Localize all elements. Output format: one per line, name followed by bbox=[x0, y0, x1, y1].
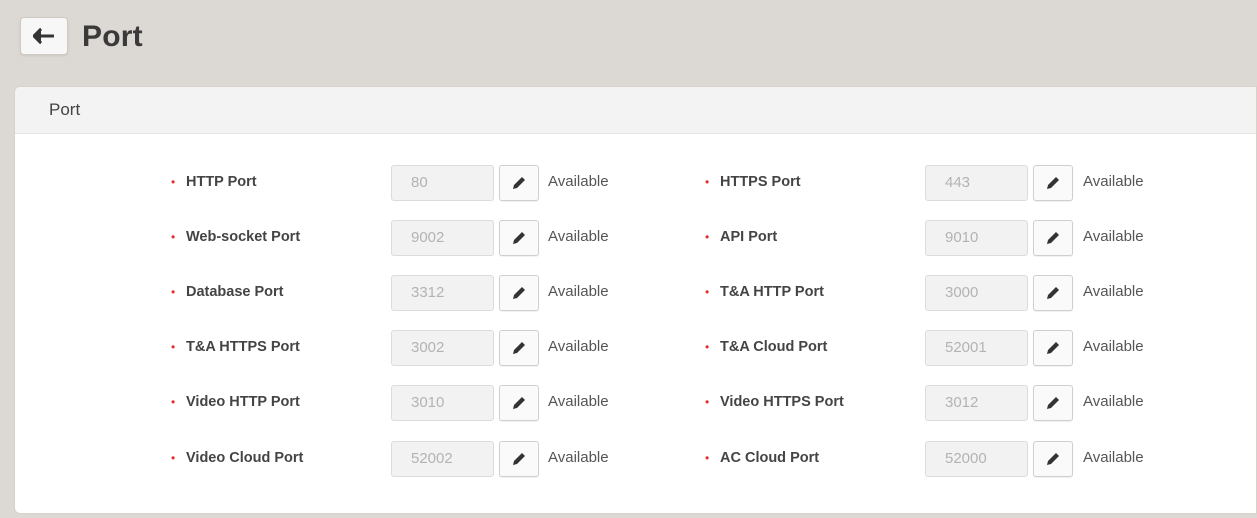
https-port-label: HTTPS Port bbox=[720, 174, 801, 190]
video-http-port-input[interactable]: 3010 bbox=[391, 385, 494, 421]
video-cloud-port-status: Available bbox=[548, 449, 609, 466]
required-marker: • bbox=[171, 285, 176, 299]
panel-title: Port bbox=[15, 87, 1256, 134]
database-port-edit-button[interactable] bbox=[499, 275, 539, 311]
ta-http-port-label: T&A HTTP Port bbox=[720, 284, 824, 300]
page-header: Port bbox=[0, 0, 1257, 84]
ta-https-port-label: T&A HTTPS Port bbox=[186, 339, 300, 355]
websocket-port-status: Available bbox=[548, 228, 609, 245]
pencil-icon bbox=[513, 287, 525, 299]
http-port-input[interactable]: 80 bbox=[391, 165, 494, 201]
video-cloud-port-edit-button[interactable] bbox=[499, 441, 539, 477]
database-port-status: Available bbox=[548, 283, 609, 300]
pencil-icon bbox=[513, 232, 525, 244]
video-cloud-port-input[interactable]: 52002 bbox=[391, 441, 494, 477]
pencil-icon bbox=[1047, 232, 1059, 244]
database-port-label: Database Port bbox=[186, 284, 284, 300]
port-panel: Port • HTTP Port 80 Available • HTTPS Po… bbox=[14, 86, 1257, 514]
http-port-status: Available bbox=[548, 173, 609, 190]
api-port-status: Available bbox=[1083, 228, 1144, 245]
video-cloud-port-label: Video Cloud Port bbox=[186, 450, 304, 466]
video-http-port-edit-button[interactable] bbox=[499, 385, 539, 421]
http-port-label: HTTP Port bbox=[186, 174, 257, 190]
pencil-icon bbox=[1047, 177, 1059, 189]
video-https-port-input[interactable]: 3012 bbox=[925, 385, 1028, 421]
required-marker: • bbox=[171, 395, 176, 409]
api-port-edit-button[interactable] bbox=[1033, 220, 1073, 256]
required-marker: • bbox=[171, 230, 176, 244]
ta-cloud-port-label: T&A Cloud Port bbox=[720, 339, 828, 355]
websocket-port-edit-button[interactable] bbox=[499, 220, 539, 256]
ac-cloud-port-input[interactable]: 52000 bbox=[925, 441, 1028, 477]
ta-cloud-port-input[interactable]: 52001 bbox=[925, 330, 1028, 366]
ta-https-port-input[interactable]: 3002 bbox=[391, 330, 494, 366]
websocket-port-input[interactable]: 9002 bbox=[391, 220, 494, 256]
pencil-icon bbox=[513, 397, 525, 409]
back-button[interactable] bbox=[20, 17, 68, 55]
http-port-edit-button[interactable] bbox=[499, 165, 539, 201]
ta-https-port-edit-button[interactable] bbox=[499, 330, 539, 366]
arrow-left-icon bbox=[33, 28, 54, 44]
video-https-port-status: Available bbox=[1083, 393, 1144, 410]
required-marker: • bbox=[705, 451, 710, 465]
required-marker: • bbox=[705, 230, 710, 244]
ac-cloud-port-label: AC Cloud Port bbox=[720, 450, 820, 466]
ac-cloud-port-status: Available bbox=[1083, 449, 1144, 466]
required-marker: • bbox=[705, 285, 710, 299]
ta-http-port-edit-button[interactable] bbox=[1033, 275, 1073, 311]
video-http-port-status: Available bbox=[548, 393, 609, 410]
api-port-input[interactable]: 9010 bbox=[925, 220, 1028, 256]
video-http-port-label: Video HTTP Port bbox=[186, 394, 300, 410]
required-marker: • bbox=[171, 451, 176, 465]
ta-http-port-input[interactable]: 3000 bbox=[925, 275, 1028, 311]
pencil-icon bbox=[1047, 453, 1059, 465]
required-marker: • bbox=[171, 175, 176, 189]
pencil-icon bbox=[1047, 342, 1059, 354]
required-marker: • bbox=[171, 340, 176, 354]
required-marker: • bbox=[705, 175, 710, 189]
ta-http-port-status: Available bbox=[1083, 283, 1144, 300]
database-port-input[interactable]: 3312 bbox=[391, 275, 494, 311]
pencil-icon bbox=[1047, 287, 1059, 299]
https-port-edit-button[interactable] bbox=[1033, 165, 1073, 201]
ta-https-port-status: Available bbox=[548, 338, 609, 355]
ta-cloud-port-edit-button[interactable] bbox=[1033, 330, 1073, 366]
pencil-icon bbox=[1047, 397, 1059, 409]
page-title: Port bbox=[82, 20, 143, 53]
pencil-icon bbox=[513, 177, 525, 189]
websocket-port-label: Web-socket Port bbox=[186, 229, 301, 245]
ta-cloud-port-status: Available bbox=[1083, 338, 1144, 355]
required-marker: • bbox=[705, 395, 710, 409]
https-port-status: Available bbox=[1083, 173, 1144, 190]
ac-cloud-port-edit-button[interactable] bbox=[1033, 441, 1073, 477]
video-https-port-edit-button[interactable] bbox=[1033, 385, 1073, 421]
https-port-input[interactable]: 443 bbox=[925, 165, 1028, 201]
api-port-label: API Port bbox=[720, 229, 778, 245]
video-https-port-label: Video HTTPS Port bbox=[720, 394, 844, 410]
required-marker: • bbox=[705, 340, 710, 354]
pencil-icon bbox=[513, 342, 525, 354]
pencil-icon bbox=[513, 453, 525, 465]
